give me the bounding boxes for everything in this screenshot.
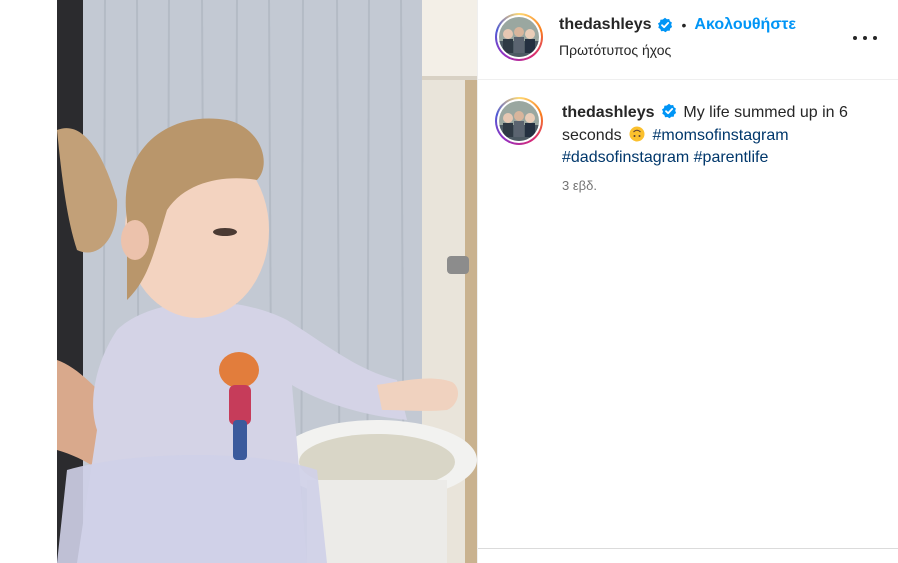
hashtag-link[interactable]: #dadsofinstagram [562, 149, 689, 166]
page-margin [0, 0, 57, 563]
caption-comment: thedashleys My life summed up in 6 secon… [478, 80, 898, 200]
hashtag-link[interactable]: #parentlife [694, 149, 769, 166]
post-details-panel: thedashleys • Ακολουθήστε Πρωτότυπος ήχο… [477, 0, 898, 563]
avatar-photo [499, 17, 539, 57]
hashtag-link[interactable]: #momsofinstagram [653, 127, 789, 144]
upside-down-face-emoji-icon [629, 126, 645, 141]
verified-badge-icon [658, 17, 673, 33]
more-options-icon[interactable] [853, 28, 877, 48]
post-timestamp[interactable]: 3 εβδ. [562, 178, 597, 193]
caption-username[interactable]: thedashleys [562, 104, 654, 121]
author-avatar[interactable] [495, 13, 543, 61]
header-user-line: thedashleys • Ακολουθήστε [559, 16, 796, 34]
post-header: thedashleys • Ακολουθήστε Πρωτότυπος ήχο… [478, 0, 898, 80]
author-username[interactable]: thedashleys [559, 16, 651, 34]
caption-text: thedashleys My life summed up in 6 secon… [562, 102, 872, 170]
caption-author-avatar[interactable] [495, 97, 543, 145]
section-divider [478, 548, 898, 549]
post-video[interactable] [57, 0, 477, 563]
follow-button[interactable]: Ακολουθήστε [694, 16, 796, 34]
separator-dot: • [681, 17, 687, 33]
audio-label[interactable]: Πρωτότυπος ήχος [559, 42, 671, 58]
video-frame [57, 0, 477, 563]
avatar-photo [499, 101, 539, 141]
verified-badge-icon [661, 103, 677, 119]
